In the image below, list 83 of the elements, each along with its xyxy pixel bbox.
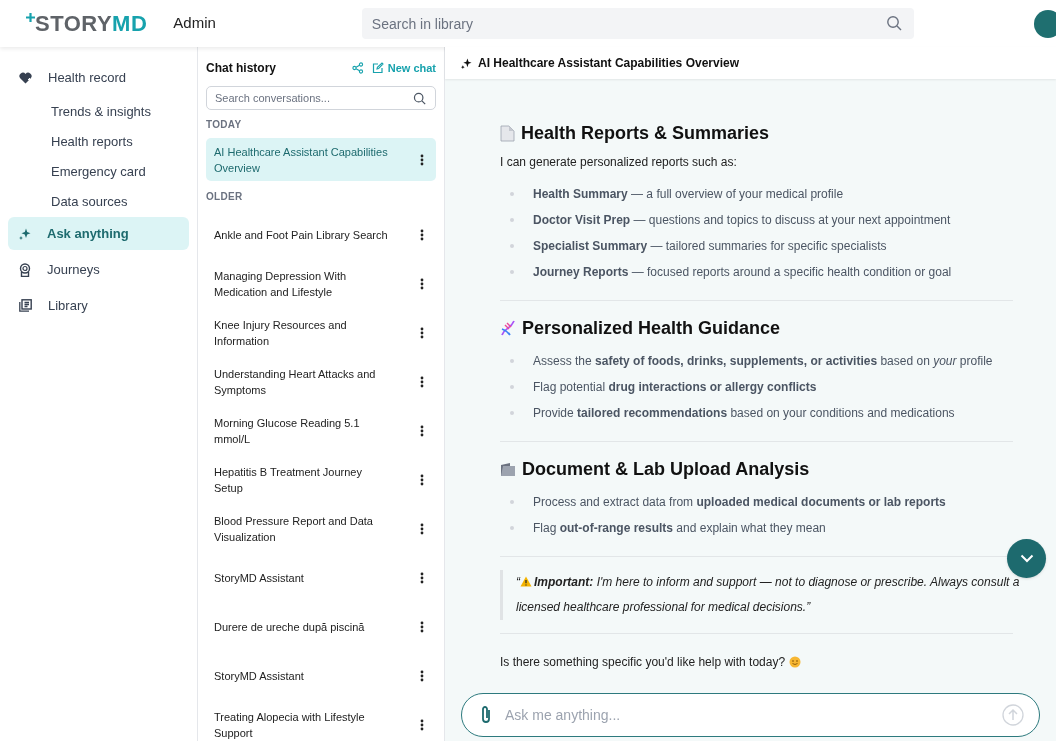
- paragraph: I can generate personalized reports such as:: [500, 154, 738, 171]
- list-item: Flag potential drug interactions or allergy conflicts: [533, 379, 817, 396]
- smiley-icon: [789, 656, 802, 668]
- sidebar-item[interactable]: Journeys: [8, 253, 189, 286]
- bullet-icon: [510, 526, 514, 530]
- bullet-icon: [510, 244, 514, 248]
- heart-icon: [19, 71, 32, 84]
- list-item: Journey Reports — focused reports around a specific health condition or goal: [533, 264, 952, 281]
- section-heading: Document & Lab Upload Analysis: [522, 458, 810, 481]
- section-label: OLDER: [206, 190, 244, 204]
- more-options-icon[interactable]: [420, 424, 424, 437]
- more-options-icon[interactable]: [420, 277, 424, 290]
- admin-label: Admin: [173, 13, 216, 34]
- sidebar-item[interactable]: Library: [8, 289, 189, 322]
- bullet-icon: [510, 411, 514, 415]
- chat-history-item[interactable]: StoryMD Assistant: [206, 553, 436, 602]
- plus-icon: [26, 12, 35, 22]
- list-item: Health Summary — a full overview of your medical profile: [533, 186, 844, 203]
- sidebar-subitem[interactable]: Trends & insights: [8, 97, 189, 127]
- folder-icon: [500, 461, 516, 477]
- sidebar-subitem[interactable]: Emergency card: [8, 157, 189, 187]
- closing-question: Is there something specific you'd like help with today?: [500, 654, 786, 671]
- list-item: Provide tailored recommendations based on your conditions and medications: [533, 405, 955, 422]
- avatar[interactable]: [1034, 9, 1056, 38]
- more-options-icon[interactable]: [420, 620, 424, 633]
- sidebar-item[interactable]: Ask anything: [8, 217, 189, 250]
- search-icon: [413, 92, 426, 105]
- chat-history-item[interactable]: Treating Alopecia with Lifestyle Support: [206, 700, 436, 741]
- search-icon: [885, 15, 902, 31]
- sidebar-subitem[interactable]: Health reports: [8, 127, 189, 157]
- section-heading: Personalized Health Guidance: [522, 317, 781, 340]
- bullet-icon: [510, 270, 514, 274]
- award-icon: [19, 262, 31, 277]
- share-icon[interactable]: [351, 62, 364, 74]
- bullet-icon: [510, 359, 514, 363]
- section-heading: Health Reports & Summaries: [521, 122, 770, 145]
- list-item: Process and extract data from uploaded medical documents or lab reports: [533, 494, 946, 511]
- chat-history-item[interactable]: Knee Injury Resources and Information: [206, 308, 436, 357]
- more-options-icon[interactable]: [420, 473, 424, 486]
- bullet-icon: [510, 500, 514, 504]
- chat-history-item[interactable]: Morning Glucose Reading 5.1 mmol/L: [206, 406, 436, 455]
- chat-history-item[interactable]: Managing Depression With Medication and Lifestyle: [206, 259, 436, 308]
- chevron-down-icon: [1019, 554, 1034, 563]
- list-item: Assess the safety of foods, drinks, supplements, or activities based on your profile: [533, 353, 993, 370]
- chat-history-item[interactable]: Hepatitis B Treatment Journey Setup: [206, 455, 436, 504]
- conversation-search-field[interactable]: Search conversations...: [206, 86, 436, 110]
- dna-icon: [500, 320, 516, 336]
- conversation-title: AI Healthcare Assistant Capabilities Overview: [478, 55, 739, 72]
- chat-history-item[interactable]: Blood Pressure Report and Data Visualization: [206, 504, 436, 553]
- scroll-down-button[interactable]: [1007, 539, 1046, 578]
- message-input-field[interactable]: Ask me anything...: [461, 693, 1040, 737]
- edit-icon: [371, 62, 384, 74]
- list-item: Flag out-of-range results and explain what they mean: [533, 520, 826, 537]
- sparkle-icon: [19, 227, 31, 240]
- chat-history-item[interactable]: Durere de ureche după piscină: [206, 602, 436, 651]
- sidebar-item[interactable]: Health record: [8, 61, 189, 94]
- more-options-icon[interactable]: [420, 375, 424, 388]
- library-search-field[interactable]: Search in library: [361, 8, 914, 39]
- storymd-logo[interactable]: STORYMD: [35, 12, 148, 35]
- warning-icon: [520, 576, 532, 587]
- more-options-icon[interactable]: [420, 669, 424, 682]
- paperclip-icon: [480, 705, 492, 725]
- more-options-icon[interactable]: [420, 522, 424, 535]
- document-icon: [500, 124, 515, 142]
- bullet-icon: [510, 192, 514, 196]
- chat-history-item[interactable]: StoryMD Assistant: [206, 651, 436, 700]
- list-item: Specialist Summary — tailored summaries for specific specialists: [533, 238, 887, 255]
- chat-history-title: Chat history: [206, 60, 276, 77]
- chat-history-item[interactable]: AI Healthcare Assistant Capabilities Overview: [206, 138, 436, 181]
- more-options-icon[interactable]: [420, 153, 424, 166]
- more-options-icon[interactable]: [420, 571, 424, 584]
- sparkle-icon: [461, 57, 472, 69]
- book-icon: [19, 299, 32, 312]
- list-item: Doctor Visit Prep — questions and topics to discuss at your next appointment: [533, 212, 951, 229]
- more-options-icon[interactable]: [420, 326, 424, 339]
- bullet-icon: [510, 218, 514, 222]
- more-options-icon[interactable]: [420, 718, 424, 731]
- chat-history-item[interactable]: Understanding Heart Attacks and Symptoms: [206, 357, 436, 406]
- more-options-icon[interactable]: [420, 228, 424, 241]
- chat-history-item[interactable]: Ankle and Foot Pain Library Search: [206, 210, 436, 259]
- bullet-icon: [510, 385, 514, 389]
- sidebar-subitem[interactable]: Data sources: [8, 187, 189, 217]
- section-label: TODAY: [206, 118, 243, 132]
